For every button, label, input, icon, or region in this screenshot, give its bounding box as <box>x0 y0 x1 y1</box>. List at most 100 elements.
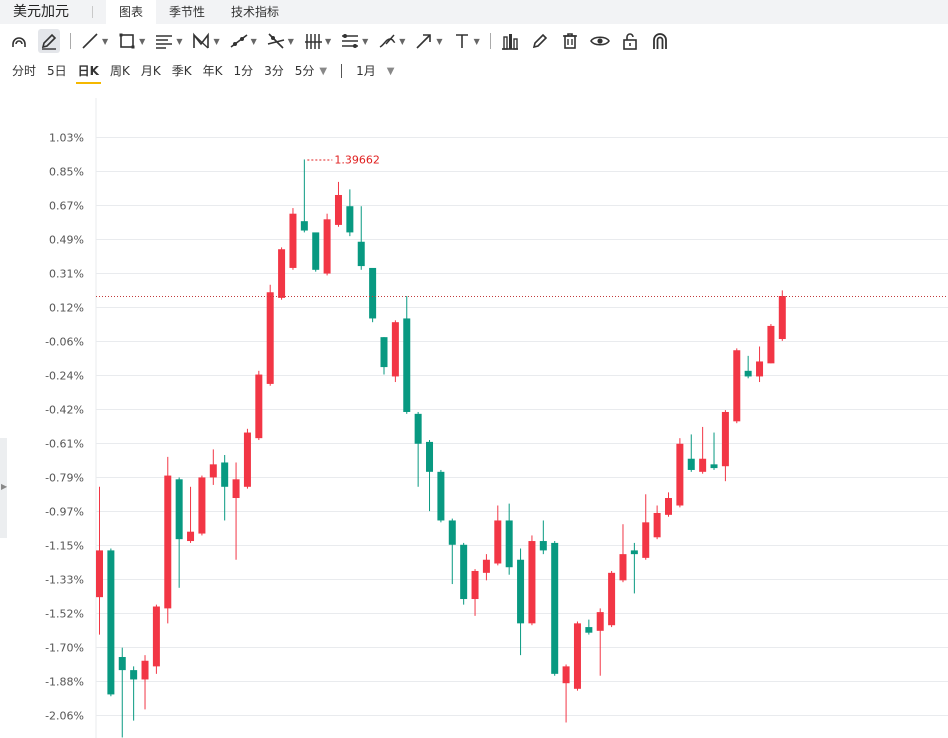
candle-down <box>744 370 752 377</box>
magnet-circle-icon <box>12 37 26 47</box>
y-tick-label: -0.97% <box>45 506 84 519</box>
y-tick-label: -1.15% <box>45 540 84 553</box>
chart-app: 美元加元 图表 季节性 技术指标 ▼ ▼ ▼ ▼ ▼ ▼ ▼ ▼ ▼ ▼ ▼ 分… <box>0 0 948 738</box>
chevron-down-icon: ▼ <box>250 36 257 46</box>
y-tick-label: -2.06% <box>45 710 84 723</box>
candle-up <box>596 612 604 631</box>
chevron-down-icon: ▼ <box>324 36 332 46</box>
trend-line-tool[interactable]: ▼ <box>79 29 108 53</box>
candle-down <box>107 550 115 695</box>
toolbar-divider <box>70 33 71 49</box>
tab-indicators[interactable]: 技术指标 <box>218 0 292 24</box>
candle-down <box>630 550 638 555</box>
y-tick-label: 0.31% <box>49 268 84 281</box>
candle-up <box>756 361 764 377</box>
chevron-right-icon: ▶ <box>1 482 8 491</box>
candle-up <box>334 194 342 225</box>
magnet-circle-tool[interactable] <box>8 29 30 53</box>
period-daily[interactable]: 日K <box>75 59 102 84</box>
period-bar: 分时 5日 日K 周K 月K 季K 年K 1分 3分 5分 ▼ 1月 ▼ <box>0 58 948 84</box>
candle-down <box>437 471 445 521</box>
chevron-down-icon: ▼ <box>102 36 109 46</box>
candle-up <box>198 477 206 534</box>
period-5day[interactable]: 5日 <box>47 59 67 83</box>
candlestick-chart[interactable]: 1.03% 0.85% 0.67% 0.49% 0.31% 0.12% -0.06% -0.2… <box>0 98 948 738</box>
visibility-tool[interactable] <box>589 29 611 53</box>
candle-up <box>471 570 479 600</box>
collapse-handle[interactable]: ▶ <box>0 438 7 538</box>
period-dropdown-icon[interactable]: ▼ <box>319 66 327 77</box>
candle-up <box>323 219 331 274</box>
chevron-down-icon: ▼ <box>399 36 406 46</box>
chevron-down-icon: ▼ <box>139 36 146 46</box>
period-5min[interactable]: 5分 <box>295 59 315 83</box>
rectangle-tool[interactable]: ▼ <box>116 29 145 53</box>
candle-up <box>243 432 251 487</box>
chevron-down-icon: ▼ <box>213 36 220 46</box>
candle-down <box>448 520 456 545</box>
candle-up <box>653 512 661 538</box>
candle-up <box>494 520 502 564</box>
channel-tool[interactable]: ▼ <box>339 29 368 53</box>
delete-tool[interactable] <box>559 29 581 53</box>
period-monthly[interactable]: 月K <box>141 59 161 83</box>
top-tab-bar: 美元加元 图表 季节性 技术指标 <box>0 0 948 24</box>
candle-up <box>164 475 172 609</box>
y-tick-label: -0.06% <box>45 336 84 349</box>
fib-lines-tool[interactable]: ▼ <box>153 29 182 53</box>
candle-down <box>414 413 422 444</box>
eye-icon <box>589 36 610 46</box>
lock-tool[interactable] <box>619 29 641 53</box>
candle-up <box>391 322 399 377</box>
candle-down <box>505 520 513 568</box>
candle-down <box>346 206 354 233</box>
y-tick-label: -0.61% <box>45 438 84 451</box>
y-tick-label: 0.67% <box>49 200 84 213</box>
tab-chart[interactable]: 图表 <box>106 0 157 24</box>
trash-icon <box>562 33 577 49</box>
candle-down <box>357 241 365 267</box>
period-yearly[interactable]: 年K <box>203 59 223 83</box>
candle-down <box>460 544 468 600</box>
y-tick-label: -1.33% <box>45 574 84 587</box>
measure-tool[interactable] <box>499 29 521 53</box>
tab-divider <box>92 6 93 18</box>
candle-down <box>380 337 388 368</box>
candle-up <box>573 623 581 689</box>
fib-lines-icon <box>156 35 173 49</box>
magnet-tool[interactable] <box>649 29 671 53</box>
gann-fan-tool[interactable]: ▼ <box>302 29 331 53</box>
ray-tool[interactable]: ▼ <box>228 29 257 53</box>
chevron-down-icon: ▼ <box>473 36 480 46</box>
candle-up <box>721 411 729 467</box>
cross-lines-tool[interactable]: ▼ <box>265 29 294 53</box>
cross-lines-icon <box>267 33 284 49</box>
pencil-tool[interactable] <box>38 29 60 53</box>
range-select[interactable]: 1月 <box>356 59 376 83</box>
arrow-tool[interactable]: ▼ <box>413 29 443 53</box>
text-tool[interactable]: ▼ <box>451 29 480 53</box>
period-weekly[interactable]: 周K <box>110 59 130 83</box>
period-1min[interactable]: 1分 <box>233 59 253 83</box>
candle-up <box>266 292 274 384</box>
y-tick-label: -1.52% <box>45 608 84 621</box>
symbol-title: 美元加元 <box>13 4 69 20</box>
candle-up <box>187 531 195 542</box>
period-3min[interactable]: 3分 <box>264 59 284 83</box>
period-intraday[interactable]: 分时 <box>12 59 36 83</box>
toolbar-divider <box>489 33 491 49</box>
period-quarterly[interactable]: 季K <box>172 59 192 83</box>
candle-up <box>96 550 103 598</box>
edit-tool[interactable] <box>529 29 551 53</box>
trend-line-icon <box>82 33 98 49</box>
tab-seasonality[interactable]: 季节性 <box>156 0 218 24</box>
pattern-tool[interactable]: ▼ <box>190 29 220 53</box>
range-dropdown-icon[interactable]: ▼ <box>387 66 395 77</box>
brush-tool[interactable]: ▼ <box>376 29 405 53</box>
pencil-icon <box>41 33 57 50</box>
candle-up <box>767 325 775 364</box>
candle-down <box>221 462 229 487</box>
y-tick-label: -0.24% <box>45 370 84 383</box>
y-tick-label: 1.03% <box>49 132 84 145</box>
y-tick-label: -1.70% <box>45 642 84 655</box>
